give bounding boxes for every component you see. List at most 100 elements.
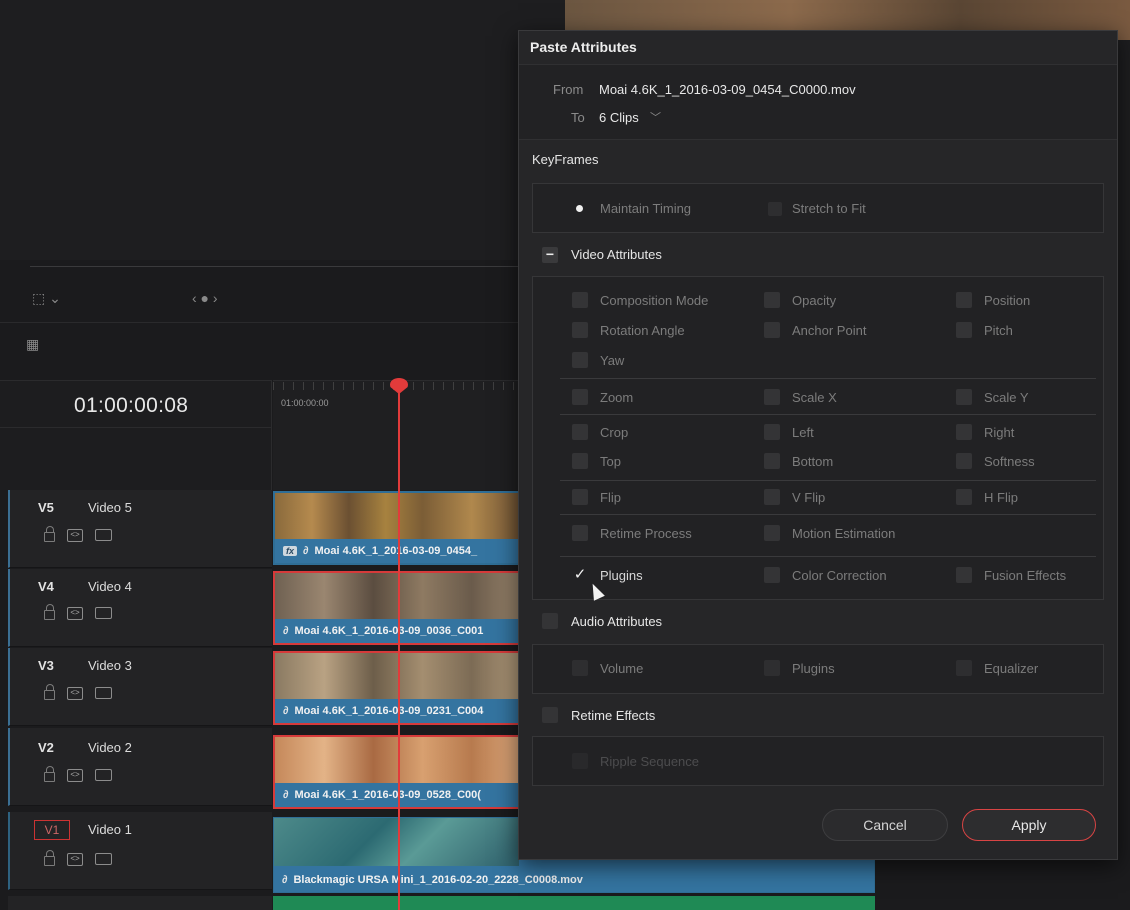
lock-icon[interactable] (44, 850, 55, 866)
flip-label[interactable]: Flip (600, 490, 621, 505)
viewer-divider (30, 266, 520, 267)
audio-attributes-checkbox[interactable] (542, 613, 558, 629)
scale-y-checkbox[interactable] (956, 389, 972, 405)
scale-y-label[interactable]: Scale Y (984, 390, 1029, 405)
clip-name: Moai 4.6K_1_2016-03-09_0036_C001 (294, 625, 484, 637)
to-dropdown[interactable]: 6 Clips (599, 110, 639, 125)
yaw-label[interactable]: Yaw (600, 353, 624, 368)
video-attributes-toggle[interactable]: − (542, 247, 558, 263)
v-flip-label[interactable]: V Flip (792, 490, 825, 505)
anchor-point-label[interactable]: Anchor Point (792, 323, 866, 338)
h-flip-checkbox[interactable] (956, 489, 972, 505)
crop-checkbox[interactable] (572, 424, 588, 440)
softness-checkbox[interactable] (956, 453, 972, 469)
lock-icon[interactable] (44, 766, 55, 782)
audio-clip[interactable] (273, 896, 875, 910)
track-id-selected[interactable]: V1 (34, 820, 70, 840)
zoom-label[interactable]: Zoom (600, 390, 633, 405)
zoom-checkbox[interactable] (572, 389, 588, 405)
pitch-checkbox[interactable] (956, 322, 972, 338)
audio-plugins-label[interactable]: Plugins (792, 661, 835, 676)
clip-thumbnails (274, 818, 519, 866)
softness-label[interactable]: Softness (984, 454, 1035, 469)
audio-plugins-checkbox[interactable] (764, 660, 780, 676)
rotation-angle-label[interactable]: Rotation Angle (600, 323, 685, 338)
plugins-label[interactable]: Plugins (600, 568, 643, 583)
top-label[interactable]: Top (600, 454, 621, 469)
track-id: V4 (38, 579, 54, 594)
top-checkbox[interactable] (572, 453, 588, 469)
retime-effects-checkbox[interactable] (542, 707, 558, 723)
auto-select-icon[interactable]: <> (67, 528, 83, 542)
bottom-label[interactable]: Bottom (792, 454, 833, 469)
apply-button[interactable]: Apply (962, 809, 1096, 841)
left-checkbox[interactable] (764, 424, 780, 440)
link-icon: ∂ (283, 625, 289, 637)
rotation-angle-checkbox[interactable] (572, 322, 588, 338)
equalizer-checkbox[interactable] (956, 660, 972, 676)
track-id: V2 (38, 740, 54, 755)
lock-icon[interactable] (44, 604, 55, 620)
chevron-down-icon[interactable]: ﹀ (650, 109, 661, 125)
right-label[interactable]: Right (984, 425, 1014, 440)
track-monitor-icon[interactable] (95, 529, 112, 541)
track-monitor-icon[interactable] (95, 769, 112, 781)
maintain-timing-radio[interactable] (576, 205, 583, 212)
fusion-effects-checkbox[interactable] (956, 567, 972, 583)
divider (560, 414, 1096, 415)
scale-x-checkbox[interactable] (764, 389, 780, 405)
equalizer-label[interactable]: Equalizer (984, 661, 1038, 676)
fusion-effects-label[interactable]: Fusion Effects (984, 568, 1066, 583)
auto-select-icon[interactable]: <> (67, 852, 83, 866)
track-monitor-icon[interactable] (95, 607, 112, 619)
stretch-to-fit-radio[interactable] (768, 202, 782, 216)
auto-select-icon[interactable]: <> (67, 768, 83, 782)
volume-checkbox[interactable] (572, 660, 588, 676)
composition-mode-checkbox[interactable] (572, 292, 588, 308)
retime-process-checkbox[interactable] (572, 525, 588, 541)
retime-process-label[interactable]: Retime Process (600, 526, 692, 541)
track-controls: <> (44, 684, 112, 700)
position-checkbox[interactable] (956, 292, 972, 308)
volume-label[interactable]: Volume (600, 661, 643, 676)
divider (560, 378, 1096, 379)
view-options-icon[interactable]: ⬚ ⌄ (32, 290, 61, 307)
position-label[interactable]: Position (984, 293, 1030, 308)
cancel-button[interactable]: Cancel (822, 809, 948, 841)
yaw-checkbox[interactable] (572, 352, 588, 368)
scale-x-label[interactable]: Scale X (792, 390, 837, 405)
h-flip-label[interactable]: H Flip (984, 490, 1018, 505)
color-correction-label[interactable]: Color Correction (792, 568, 887, 583)
color-correction-checkbox[interactable] (764, 567, 780, 583)
nav-arrows-icon[interactable]: ‹ ● › (192, 290, 218, 306)
from-value: Moai 4.6K_1_2016-03-09_0454_C0000.mov (599, 82, 856, 97)
bottom-checkbox[interactable] (764, 453, 780, 469)
playhead-line[interactable] (398, 390, 400, 910)
auto-select-icon[interactable]: <> (67, 606, 83, 620)
track-monitor-icon[interactable] (95, 853, 112, 865)
clip-name: Moai 4.6K_1_2016-03-09_0454_ (314, 545, 478, 557)
opacity-checkbox[interactable] (764, 292, 780, 308)
opacity-label[interactable]: Opacity (792, 293, 836, 308)
lock-icon[interactable] (44, 684, 55, 700)
motion-estimation-checkbox[interactable] (764, 525, 780, 541)
maintain-timing-label[interactable]: Maintain Timing (600, 201, 691, 216)
pitch-label[interactable]: Pitch (984, 323, 1013, 338)
track-monitor-icon[interactable] (95, 687, 112, 699)
timecode-display: 01:00:00:08 (74, 394, 189, 417)
plugins-checkbox-checked[interactable]: ✓ (572, 567, 588, 583)
flip-checkbox[interactable] (572, 489, 588, 505)
left-label[interactable]: Left (792, 425, 814, 440)
anchor-point-checkbox[interactable] (764, 322, 780, 338)
clip-label-bar: ∂ Blackmagic URSA Mini_1_2016-02-20_2228_… (282, 874, 583, 886)
crop-label[interactable]: Crop (600, 425, 628, 440)
track-layout-icon[interactable]: ▦ (26, 336, 39, 353)
motion-estimation-label[interactable]: Motion Estimation (792, 526, 895, 541)
audio-track-header[interactable] (8, 896, 272, 910)
auto-select-icon[interactable]: <> (67, 686, 83, 700)
right-checkbox[interactable] (956, 424, 972, 440)
lock-icon[interactable] (44, 526, 55, 542)
v-flip-checkbox[interactable] (764, 489, 780, 505)
composition-mode-label[interactable]: Composition Mode (600, 293, 708, 308)
stretch-to-fit-label[interactable]: Stretch to Fit (792, 201, 866, 216)
